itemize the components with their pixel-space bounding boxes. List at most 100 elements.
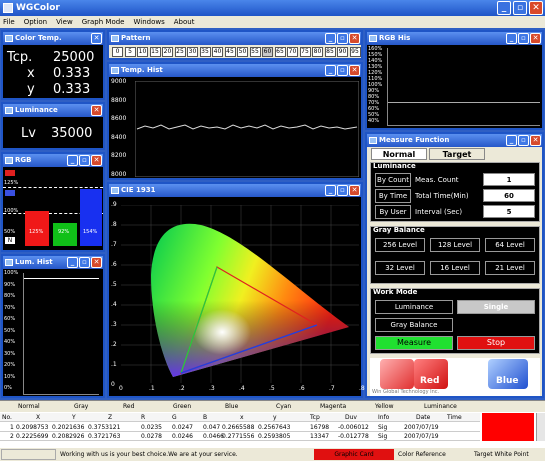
maximize-button[interactable]: ▫ xyxy=(513,1,527,15)
panel-close-button[interactable]: ✕ xyxy=(349,33,360,44)
app-icon xyxy=(3,3,13,13)
panel-minimize-button[interactable]: _ xyxy=(67,155,78,166)
pattern-level-button[interactable]: 90 xyxy=(337,47,348,57)
color-reference-label[interactable]: Color Reference xyxy=(398,451,446,458)
by-time-button[interactable]: By Time xyxy=(375,189,411,203)
panel-maximize-button[interactable]: ▫ xyxy=(79,155,90,166)
category-normal[interactable]: Normal xyxy=(18,403,40,410)
panel-close-button[interactable]: ✕ xyxy=(91,155,102,166)
luminance-panel: Luminance ✕ Lv 35000 xyxy=(1,102,105,150)
panel-maximize-button[interactable]: ▫ xyxy=(337,65,348,76)
total-time-input[interactable]: 60 xyxy=(483,189,535,202)
pattern-level-button[interactable]: 55 xyxy=(249,47,261,57)
panel-close-button[interactable]: ✕ xyxy=(349,65,360,76)
pattern-level-button[interactable]: 70 xyxy=(287,47,298,57)
panel-maximize-button[interactable]: ▫ xyxy=(337,33,348,44)
by-count-button[interactable]: By Count xyxy=(375,173,411,187)
panel-close-button[interactable]: ✕ xyxy=(530,33,541,44)
level-256-button[interactable]: 256 Level xyxy=(375,238,425,252)
pattern-level-button[interactable]: 5 xyxy=(124,47,136,57)
cie-white-point xyxy=(179,285,275,361)
menu-windows[interactable]: Windows xyxy=(134,16,165,28)
panel-minimize-button[interactable]: _ xyxy=(506,33,517,44)
stop-button[interactable]: Stop xyxy=(457,336,535,350)
cie-x-tick: .2 xyxy=(179,385,185,392)
panel-close-button[interactable]: ✕ xyxy=(91,33,102,44)
close-button[interactable]: ✕ xyxy=(529,1,543,15)
panel-close-button[interactable]: ✕ xyxy=(91,105,102,116)
pattern-level-button[interactable]: 35 xyxy=(199,47,211,57)
category-red[interactable]: Red xyxy=(123,403,134,410)
level-16-button[interactable]: 16 Level xyxy=(430,261,480,275)
tab-target[interactable]: Target xyxy=(429,148,485,160)
category-magenta[interactable]: Magenta xyxy=(320,403,346,410)
luminance-mode-button[interactable]: Luminance xyxy=(375,300,453,314)
lum-hist-plot xyxy=(23,273,99,395)
target-white-point-label[interactable]: Target White Point xyxy=(474,451,529,458)
panel-minimize-button[interactable]: _ xyxy=(325,185,336,196)
pattern-level-button[interactable]: 75 xyxy=(299,47,311,57)
panel-icon xyxy=(5,107,13,114)
cie-x-tick: .6 xyxy=(299,385,305,392)
category-blue[interactable]: Blue xyxy=(225,403,238,410)
gray-balance-mode-button[interactable]: Gray Balance xyxy=(375,318,453,332)
table-scrollbar[interactable] xyxy=(536,413,545,441)
blue-bar-label: 154% xyxy=(83,229,98,235)
pattern-level-button[interactable]: 80 xyxy=(312,47,323,57)
category-yellow[interactable]: Yellow xyxy=(375,403,393,410)
pattern-level-button[interactable]: 15 xyxy=(149,47,161,57)
pattern-level-button[interactable]: 85 xyxy=(324,47,336,57)
pattern-level-button[interactable]: 60 xyxy=(262,47,273,57)
interval-input[interactable]: 5 xyxy=(483,205,535,218)
panel-close-button[interactable]: ✕ xyxy=(91,257,102,268)
category-luminance[interactable]: Luminance xyxy=(424,403,457,410)
menu-view[interactable]: View xyxy=(56,16,73,28)
measure-body: Normal Target Luminance By Count By Time… xyxy=(367,147,542,396)
cie-y-tick: .8 xyxy=(111,221,117,228)
pattern-level-button[interactable]: 30 xyxy=(187,47,198,57)
single-button[interactable]: Single xyxy=(457,300,535,314)
meas-count-input[interactable]: 1 xyxy=(483,173,535,186)
pattern-level-button[interactable]: 45 xyxy=(224,47,236,57)
minimize-button[interactable]: _ xyxy=(497,1,511,15)
panel-minimize-button[interactable]: _ xyxy=(67,257,78,268)
level-64-button[interactable]: 64 Level xyxy=(485,238,535,252)
menu-option[interactable]: Option xyxy=(24,16,47,28)
panel-minimize-button[interactable]: _ xyxy=(506,135,517,146)
level-128-button[interactable]: 128 Level xyxy=(430,238,480,252)
measure-button[interactable]: Measure xyxy=(375,336,453,350)
table-row[interactable]: 2 0.2225699 0.2082926 0.3721763 0.0278 0.0246… xyxy=(0,432,480,441)
category-green[interactable]: Green xyxy=(173,403,191,410)
panel-minimize-button[interactable]: _ xyxy=(325,33,336,44)
table-cell: 0.2225699 xyxy=(16,433,49,440)
level-32-button[interactable]: 32 Level xyxy=(375,261,425,275)
y-value: 0.333 xyxy=(53,82,91,97)
panel-maximize-button[interactable]: ▫ xyxy=(79,257,90,268)
tab-normal[interactable]: Normal xyxy=(371,148,427,160)
pattern-level-button[interactable]: 65 xyxy=(274,47,286,57)
panel-maximize-button[interactable]: ▫ xyxy=(337,185,348,196)
pattern-level-button[interactable]: 25 xyxy=(174,47,186,57)
panel-close-button[interactable]: ✕ xyxy=(530,135,541,146)
panel-minimize-button[interactable]: _ xyxy=(325,65,336,76)
pattern-level-button[interactable]: 20 xyxy=(162,47,173,57)
menu-graph-mode[interactable]: Graph Mode xyxy=(82,16,125,28)
panel-close-button[interactable]: ✕ xyxy=(349,185,360,196)
menu-file[interactable]: File xyxy=(3,16,15,28)
menu-about[interactable]: About xyxy=(174,16,195,28)
category-cyan[interactable]: Cyan xyxy=(276,403,291,410)
pattern-level-button[interactable]: 40 xyxy=(212,47,223,57)
panel-maximize-button[interactable]: ▫ xyxy=(518,33,529,44)
pattern-level-button[interactable]: 0 xyxy=(112,47,123,57)
level-21-button[interactable]: 21 Level xyxy=(485,261,535,275)
pattern-level-button[interactable]: 95 xyxy=(349,47,361,57)
category-gray[interactable]: Gray xyxy=(74,403,88,410)
table-cell: 2007/07/19 xyxy=(404,424,439,431)
cie-x-tick: .8 xyxy=(359,385,365,392)
panel-maximize-button[interactable]: ▫ xyxy=(518,135,529,146)
pattern-level-button[interactable]: 10 xyxy=(137,47,148,57)
pattern-level-button[interactable]: 50 xyxy=(237,47,248,57)
graphic-card-indicator[interactable]: Graphic Card xyxy=(314,449,394,460)
table-row[interactable]: 1 0.2098753 0.2021636 0.3753121 0.0235 0.0247… xyxy=(0,423,480,432)
by-user-button[interactable]: By User xyxy=(375,205,411,219)
